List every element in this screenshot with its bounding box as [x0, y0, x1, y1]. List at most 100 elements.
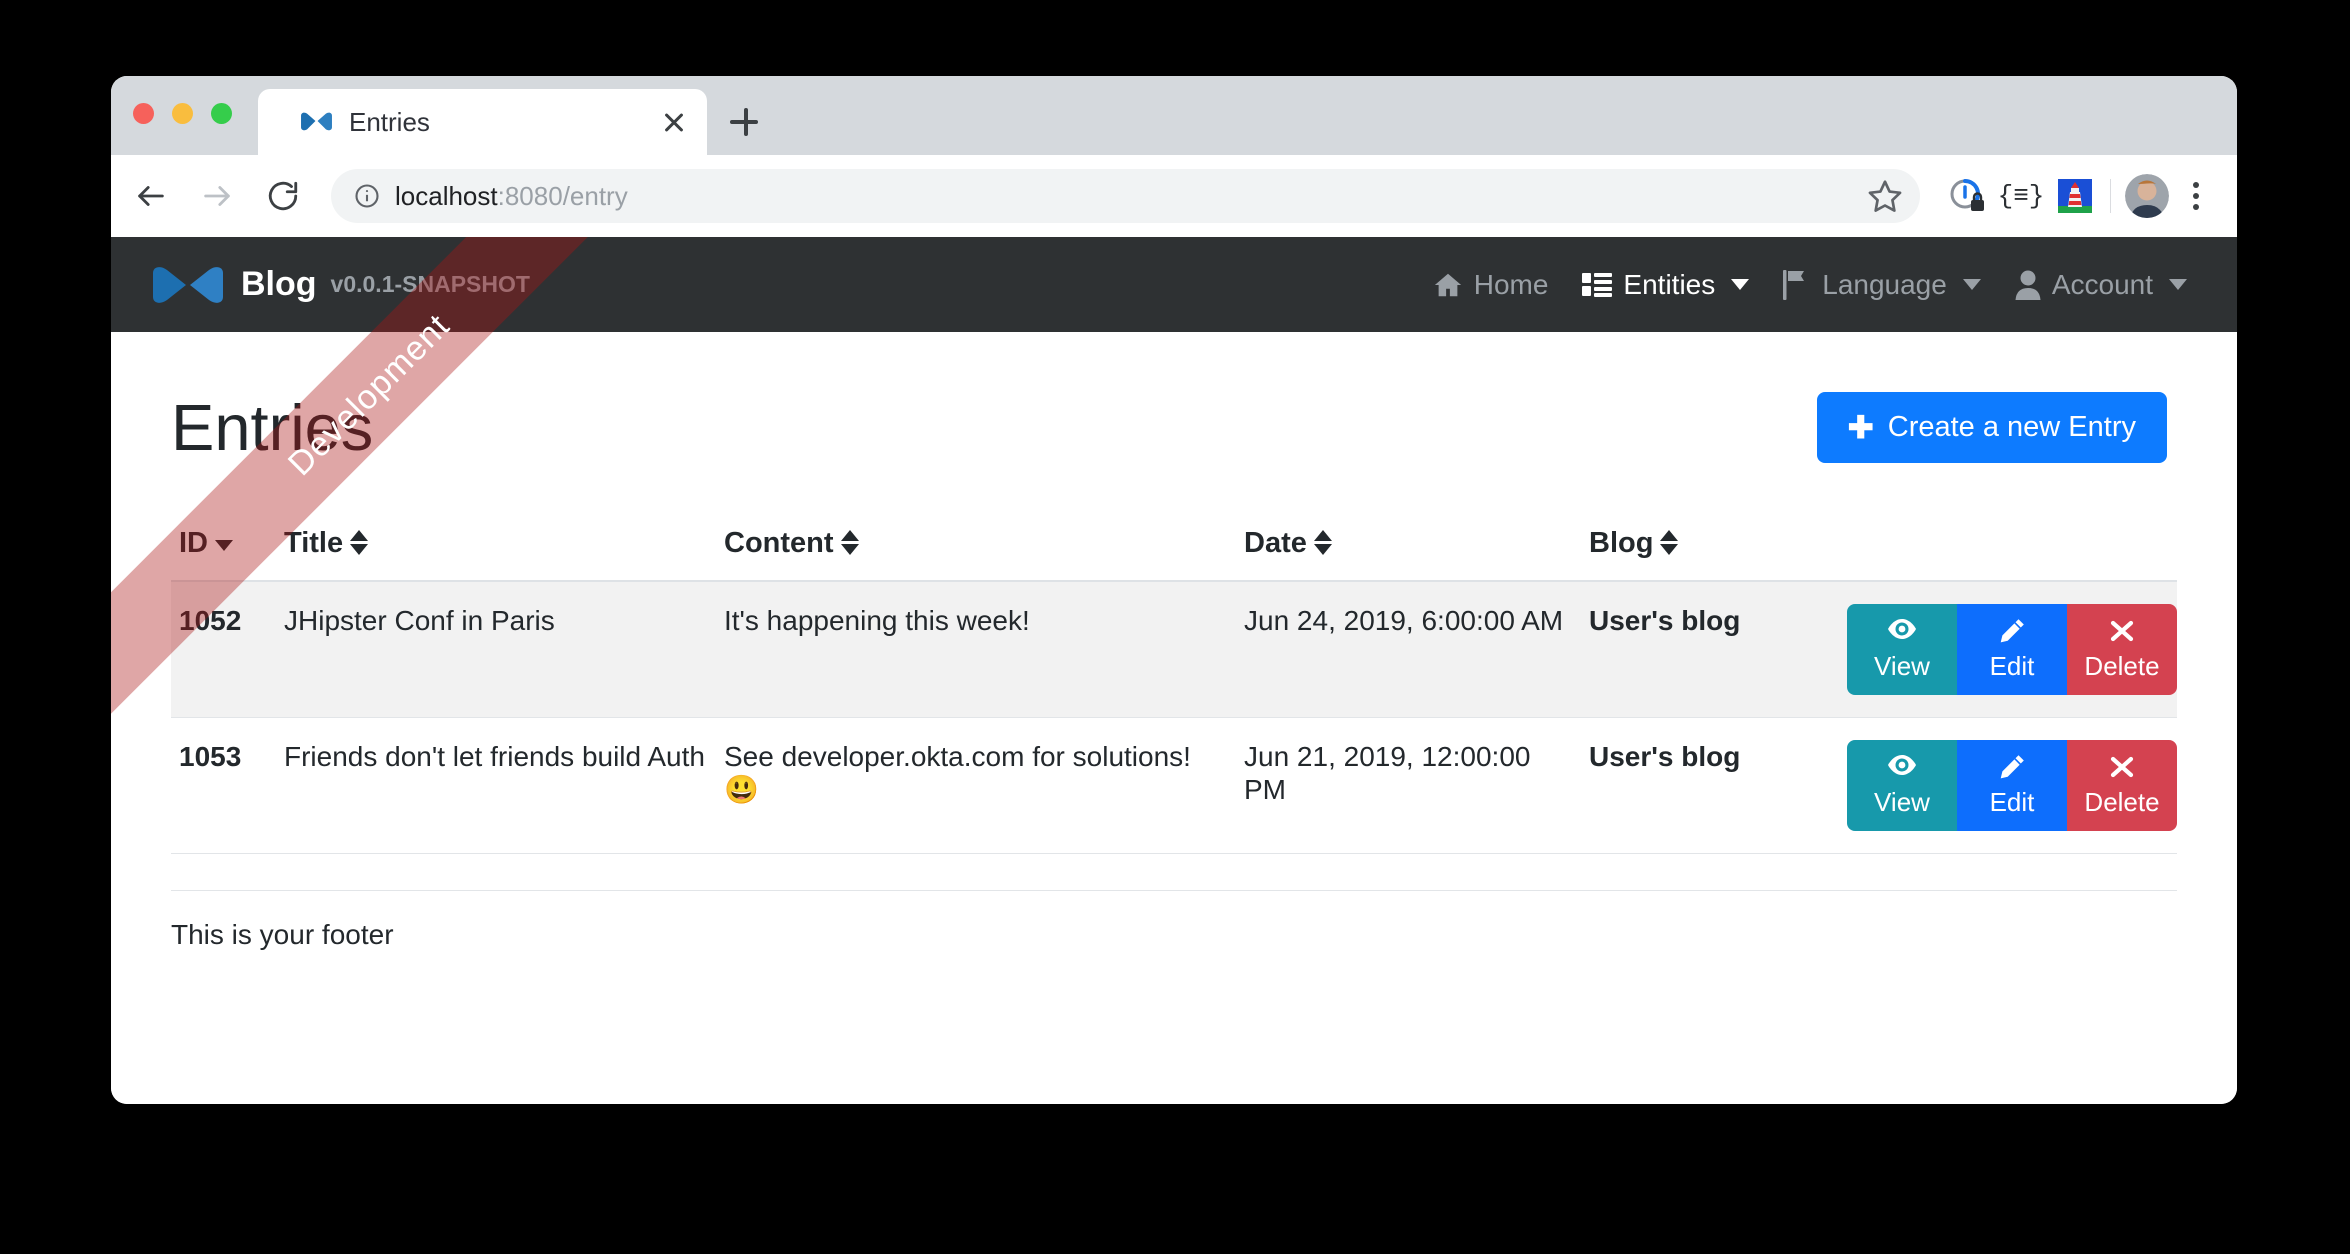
close-icon[interactable] — [651, 99, 697, 145]
chevron-down-icon — [1962, 279, 1981, 290]
browser-tab[interactable]: Entries — [258, 89, 707, 155]
table-row: 1052 JHipster Conf in Paris It's happeni… — [171, 580, 2177, 718]
arrow-left-icon[interactable] — [125, 170, 177, 222]
star-icon[interactable] — [1866, 177, 1904, 215]
nav-item-label: Account — [2051, 268, 2153, 300]
view-button[interactable]: View — [1847, 604, 1957, 695]
table-row: 1053 Friends don't let friends build Aut… — [171, 717, 2177, 854]
edit-button-label: Edit — [1989, 651, 2035, 681]
create-entry-button[interactable]: ✚ Create a new Entry — [1816, 392, 2167, 463]
nav-item-language[interactable]: Language — [1783, 269, 1981, 301]
password-manager-icon[interactable] — [1940, 169, 1994, 223]
nav-item-label: Language — [1822, 268, 1947, 300]
url-host: localhost — [395, 180, 498, 211]
kebab-menu-icon[interactable] — [2175, 169, 2217, 223]
web-page: Blog v0.0.1-SNAPSHOT Home Entities Langu… — [111, 237, 2237, 1104]
view-button-label: View — [1874, 651, 1930, 681]
navbar-brand-version: v0.0.1-SNAPSHOT — [330, 271, 530, 297]
create-entry-button-label: Create a new Entry — [1887, 411, 2136, 443]
entries-table-body: 1052 JHipster Conf in Paris It's happeni… — [171, 580, 2177, 854]
eye-icon — [1887, 754, 1917, 780]
jhipster-bowtie-favicon — [301, 112, 332, 131]
nav-item-home[interactable]: Home — [1433, 269, 1548, 301]
plus-icon[interactable] — [720, 98, 768, 146]
view-button[interactable]: View — [1847, 740, 1957, 831]
list-grid-icon — [1582, 272, 1613, 298]
nav-item-label: Entities — [1623, 268, 1716, 300]
cell-id[interactable]: 1053 — [171, 717, 276, 854]
navbar-brand[interactable]: Blog v0.0.1-SNAPSHOT — [151, 265, 530, 305]
flag-icon — [1783, 269, 1811, 300]
navbar-menu: Home Entities Language Account — [1433, 269, 2237, 301]
avatar[interactable] — [2125, 174, 2169, 218]
lighthouse-icon[interactable] — [2048, 169, 2102, 223]
window-traffic-lights — [133, 103, 232, 124]
cell-title: Friends don't let friends build Auth — [276, 717, 716, 854]
close-window-button[interactable] — [133, 103, 154, 124]
sort-both-icon — [1313, 529, 1332, 555]
cell-actions: View Edit Delete — [1781, 581, 2177, 718]
arrow-right-icon — [191, 170, 243, 222]
row-action-group: View Edit Delete — [1847, 604, 2177, 695]
column-header-date[interactable]: Date — [1236, 509, 1581, 582]
cell-id[interactable]: 1052 — [171, 580, 276, 718]
eye-icon — [1887, 618, 1917, 644]
view-button-label: View — [1874, 787, 1930, 817]
cell-content: See developer.okta.com for solutions! 😃 — [716, 717, 1236, 854]
times-icon — [2109, 618, 2135, 644]
cell-actions: View Edit Delete — [1781, 717, 2177, 854]
cell-date: Jun 24, 2019, 6:00:00 AM — [1236, 581, 1581, 718]
user-icon — [2015, 270, 2041, 300]
edit-button[interactable]: Edit — [1957, 740, 2067, 831]
browser-window: Entries localhost:8080/entry {≡} Blog v0… — [111, 76, 2237, 1104]
cell-blog[interactable]: User's blog — [1581, 581, 1781, 718]
json-formatter-icon[interactable]: {≡} — [1994, 169, 2048, 223]
column-header-label: Title — [284, 527, 344, 559]
delete-button[interactable]: Delete — [2067, 604, 2177, 695]
column-header-content[interactable]: Content — [716, 509, 1236, 582]
edit-button[interactable]: Edit — [1957, 604, 2067, 695]
app-footer: This is your footer — [171, 890, 2177, 951]
sort-both-icon — [840, 529, 859, 555]
column-header-blog[interactable]: Blog — [1581, 509, 1781, 582]
footer-text: This is your footer — [171, 919, 394, 950]
row-action-group: View Edit Delete — [1847, 740, 2177, 831]
browser-extensions: {≡} — [1940, 169, 2225, 223]
navbar-brand-name: Blog — [241, 265, 317, 303]
column-header-label: Date — [1244, 527, 1307, 559]
column-header-title[interactable]: Title — [276, 509, 716, 582]
json-formatter-glyph: {≡} — [1997, 181, 2045, 211]
column-header-id[interactable]: ID — [171, 509, 276, 582]
cell-title: JHipster Conf in Paris — [276, 581, 716, 718]
cell-blog[interactable]: User's blog — [1581, 717, 1781, 854]
chevron-down-icon — [1731, 279, 1750, 290]
cell-date: Jun 21, 2019, 12:00:00 PM — [1236, 717, 1581, 854]
column-header-label: Blog — [1589, 527, 1654, 559]
minimize-window-button[interactable] — [172, 103, 193, 124]
edit-button-label: Edit — [1989, 787, 2035, 817]
sort-both-icon — [350, 529, 369, 555]
reload-icon[interactable] — [257, 170, 309, 222]
delete-button[interactable]: Delete — [2067, 740, 2177, 831]
screen: Entries localhost:8080/entry {≡} Blog v0… — [0, 0, 2350, 1254]
sort-desc-icon — [215, 539, 233, 551]
entries-table-head: ID Title Content Date Blog — [171, 509, 2177, 582]
sort-both-icon — [1660, 529, 1679, 555]
app-navbar: Blog v0.0.1-SNAPSHOT Home Entities Langu… — [111, 237, 2237, 332]
address-bar[interactable]: localhost:8080/entry — [331, 169, 1920, 223]
plus-icon: ✚ — [1847, 410, 1874, 445]
nav-item-entities[interactable]: Entities — [1582, 268, 1750, 301]
address-bar-url: localhost:8080/entry — [395, 181, 628, 212]
url-path: :8080/entry — [497, 180, 628, 211]
delete-button-label: Delete — [2084, 787, 2160, 817]
jhipster-bowtie-logo — [153, 266, 223, 303]
times-icon — [2109, 754, 2135, 780]
maximize-window-button[interactable] — [211, 103, 232, 124]
entries-table: ID Title Content Date Blog 1052 JHipster… — [171, 509, 2177, 854]
delete-button-label: Delete — [2084, 651, 2160, 681]
nav-item-account[interactable]: Account — [2015, 269, 2187, 301]
home-icon — [1433, 270, 1463, 300]
browser-tab-strip: Entries — [111, 76, 2237, 155]
page-header: Entries ✚ Create a new Entry — [111, 332, 2237, 463]
info-circle-icon[interactable] — [353, 182, 381, 210]
